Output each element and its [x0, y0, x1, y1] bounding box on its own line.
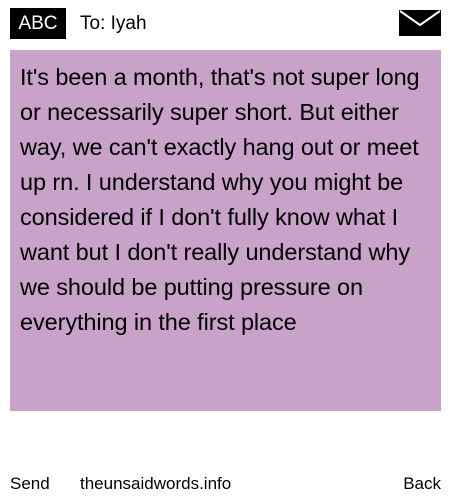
abc-badge[interactable]: ABC	[10, 8, 66, 39]
send-button[interactable]: Send	[10, 472, 50, 496]
footer-bar: Send theunsaidwords.info Back	[10, 472, 441, 496]
envelope-icon[interactable]	[399, 10, 441, 36]
site-link[interactable]: theunsaidwords.info	[80, 472, 231, 496]
message-box: It's been a month, that's not super long…	[10, 50, 441, 411]
message-text: It's been a month, that's not super long…	[20, 64, 420, 335]
back-button[interactable]: Back	[403, 472, 441, 496]
message-screen: ABC To: Iyah It's been a month, that's n…	[0, 0, 450, 500]
header-bar: ABC To: Iyah	[10, 8, 441, 39]
recipient-label: To: Iyah	[80, 13, 147, 34]
